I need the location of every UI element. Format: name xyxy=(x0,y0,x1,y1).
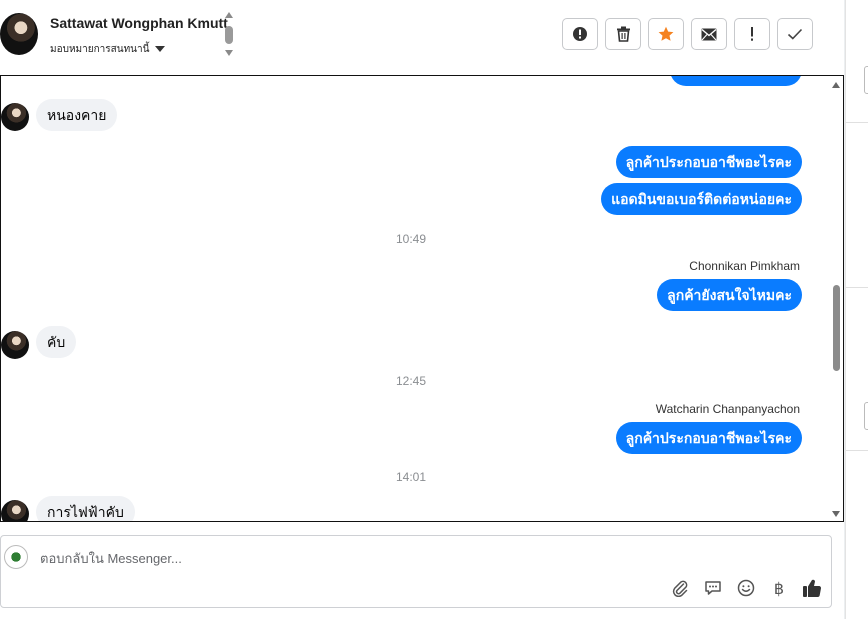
page-logo-avatar xyxy=(4,545,28,569)
saved-replies-button[interactable] xyxy=(702,577,724,599)
scroll-down-arrow-icon[interactable] xyxy=(832,511,840,517)
contact-name[interactable]: Sattawat Wongphan Kmutt xyxy=(50,15,228,31)
message-bubble-outgoing: ลูกค้าประกอบอาชีพอะไรคะ xyxy=(615,146,802,178)
baht-icon: ฿ xyxy=(773,578,785,598)
sender-name: Chonnikan Pimkham xyxy=(689,259,800,273)
message-timestamp: 12:45 xyxy=(395,374,427,388)
star-icon xyxy=(658,26,674,41)
scroll-down-arrow-icon[interactable] xyxy=(225,50,233,56)
conversation-header: Sattawat Wongphan Kmutt มอบหมายการสนทนาน… xyxy=(0,0,845,75)
message-thread[interactable]: หนองคาย ลูกค้าประกอบอาชีพอะไรคะ แอดมินขอ… xyxy=(0,75,844,522)
star-button[interactable] xyxy=(648,18,684,50)
assign-conversation-dropdown[interactable]: มอบหมายการสนทนานี้ xyxy=(50,42,166,57)
thread-scrollbar[interactable] xyxy=(830,76,843,521)
message-bubble-outgoing: ลูกค้ายังสนใจไหมคะ xyxy=(657,279,802,311)
caret-down-icon xyxy=(155,46,166,53)
reply-input[interactable] xyxy=(38,546,642,570)
trash-icon xyxy=(616,26,630,42)
thumbs-up-icon xyxy=(803,579,822,598)
check-icon xyxy=(787,28,803,40)
scroll-thumb[interactable] xyxy=(833,285,840,371)
alert-circle-icon xyxy=(573,27,587,41)
follow-up-button[interactable] xyxy=(734,18,770,50)
message-bubble-incoming: คับ xyxy=(36,326,77,358)
contact-avatar-small xyxy=(1,331,29,359)
emoji-icon xyxy=(737,579,755,597)
message-bubble-outgoing-partial xyxy=(670,76,802,86)
attach-file-button[interactable] xyxy=(669,577,691,599)
exclamation-icon xyxy=(751,27,753,41)
scroll-up-arrow-icon[interactable] xyxy=(225,12,233,18)
conversation-actions xyxy=(562,18,813,50)
scroll-thumb[interactable] xyxy=(225,26,233,44)
saved-reply-icon xyxy=(705,581,721,595)
panel-control[interactable] xyxy=(864,66,868,94)
scroll-up-arrow-icon[interactable] xyxy=(832,82,840,88)
panel-divider-line xyxy=(846,450,868,451)
contact-avatar[interactable] xyxy=(0,13,38,55)
envelope-icon xyxy=(701,28,717,40)
mark-spam-button[interactable] xyxy=(562,18,598,50)
panel-control[interactable] xyxy=(864,402,868,430)
reply-composer: ฿ xyxy=(0,535,832,608)
header-scrollbar[interactable] xyxy=(225,12,235,60)
contact-avatar-small xyxy=(1,103,29,131)
paperclip-icon xyxy=(672,580,688,597)
message-bubble-outgoing: ลูกค้าประกอบอาชีพอะไรคะ xyxy=(615,422,802,454)
message-timestamp: 10:49 xyxy=(395,232,427,246)
panel-divider-line xyxy=(846,122,868,123)
message-timestamp: 14:01 xyxy=(395,470,427,484)
payment-button[interactable]: ฿ xyxy=(768,577,790,599)
emoji-button[interactable] xyxy=(735,577,757,599)
message-bubble-incoming: การไฟฟ้าคับ xyxy=(36,496,135,521)
sender-name: Watcharin Chanpanyachon xyxy=(655,402,800,416)
composer-toolbar: ฿ xyxy=(669,577,823,599)
message-bubble-outgoing: แอดมินขอเบอร์ติดต่อหน่อยคะ xyxy=(601,183,802,215)
contact-avatar-small xyxy=(1,500,29,521)
mark-unread-button[interactable] xyxy=(691,18,727,50)
like-button[interactable] xyxy=(801,577,823,599)
contact-details-panel xyxy=(845,0,868,619)
panel-divider-line xyxy=(846,287,868,288)
delete-button[interactable] xyxy=(605,18,641,50)
mark-done-button[interactable] xyxy=(777,18,813,50)
message-bubble-incoming: หนองคาย xyxy=(36,99,118,131)
assign-label: มอบหมายการสนทนานี้ xyxy=(50,44,150,55)
